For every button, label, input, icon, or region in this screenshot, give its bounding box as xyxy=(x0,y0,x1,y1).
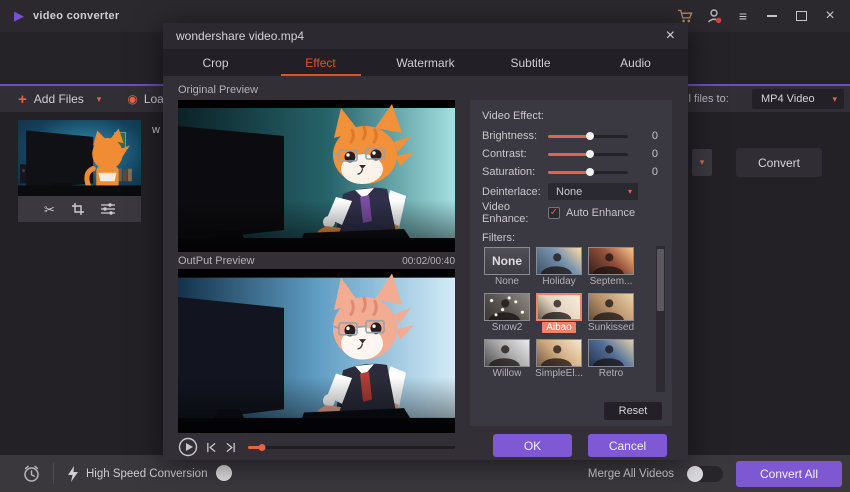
contrast-row: Contrast: 0 xyxy=(482,145,660,163)
filters-scrollbar-thumb[interactable] xyxy=(657,249,664,311)
filters-grid: None None Holiday Septem... Snow2 xyxy=(482,247,638,385)
video-list-item[interactable]: ✂ xyxy=(18,120,141,222)
seek-thumb[interactable] xyxy=(259,444,266,451)
lightning-bolt-icon xyxy=(67,466,79,485)
tab-subtitle[interactable]: Subtitle xyxy=(478,49,583,76)
filter-item-none[interactable]: None None xyxy=(482,247,532,293)
video-effect-panel: Video Effect: Brightness: 0 Contrast: xyxy=(470,100,672,426)
tab-audio[interactable]: Audio xyxy=(583,49,688,76)
merge-all-videos-toggle[interactable] xyxy=(687,466,723,482)
tab-effect[interactable]: Effect xyxy=(268,49,373,76)
bottom-bar: High Speed Conversion Merge All Videos C… xyxy=(0,455,850,492)
filter-item-simpleelegance[interactable]: SimpleEl... xyxy=(534,339,584,385)
dialog-body: Original Preview xyxy=(163,76,688,460)
app-logo-play-icon: ▶ xyxy=(14,8,24,24)
bottom-bar-divider xyxy=(53,463,54,484)
auto-enhance-checkbox-label: Auto Enhance xyxy=(566,207,635,219)
trim-scissors-icon[interactable]: ✂ xyxy=(44,203,55,216)
filter-item-aibao[interactable]: Aibao xyxy=(534,293,584,339)
output-preview-label: OutPut Preview xyxy=(178,255,254,267)
app-title: video converter xyxy=(33,10,119,22)
saturation-label: Saturation: xyxy=(482,166,548,178)
auto-enhance-checkbox[interactable]: ✓ xyxy=(548,207,560,219)
load-disc-icon[interactable]: ◉ xyxy=(127,92,137,106)
output-format-dropdown[interactable]: MP4 Video ▾ xyxy=(752,89,844,109)
filter-item-willow[interactable]: Willow xyxy=(482,339,532,385)
contrast-value: 0 xyxy=(652,148,660,160)
contrast-slider[interactable] xyxy=(548,150,628,158)
saturation-value: 0 xyxy=(652,166,660,178)
add-files-button[interactable]: Add Files xyxy=(34,92,84,106)
effects-sliders-icon[interactable] xyxy=(101,203,115,215)
merge-all-videos-label: Merge All Videos xyxy=(588,468,674,480)
app-window: ▶ video converter ≡ × + Add Files ▾ ◉ Lo… xyxy=(0,0,850,492)
filter-item-snow2[interactable]: Snow2 xyxy=(482,293,532,339)
dialog-titlebar: wondershare video.mp4 × xyxy=(163,23,688,49)
timecode-label: 00:02/00:40 xyxy=(402,256,455,267)
convert-button[interactable]: Convert xyxy=(736,148,822,177)
convert-all-files-to-label: ll files to: xyxy=(686,86,729,112)
saturation-slider[interactable] xyxy=(548,168,628,176)
output-format-value: MP4 Video xyxy=(761,93,815,105)
video-thumbnail xyxy=(18,120,141,196)
deinterlace-value: None xyxy=(556,186,582,198)
deinterlace-label: Deinterlace: xyxy=(482,186,548,198)
next-frame-icon[interactable] xyxy=(225,442,236,453)
filter-item-holiday[interactable]: Holiday xyxy=(534,247,584,293)
schedule-clock-icon[interactable] xyxy=(22,464,41,486)
tab-watermark[interactable]: Watermark xyxy=(373,49,478,76)
previous-frame-icon[interactable] xyxy=(206,442,217,453)
check-icon: ✓ xyxy=(550,208,558,218)
original-preview-video xyxy=(178,100,455,252)
brightness-slider[interactable] xyxy=(548,132,628,140)
minimize-icon[interactable] xyxy=(764,8,780,24)
reset-button[interactable]: Reset xyxy=(604,402,662,420)
crop-icon[interactable] xyxy=(72,203,84,215)
cancel-button[interactable]: Cancel xyxy=(588,434,667,457)
store-cart-icon[interactable] xyxy=(677,8,693,24)
ok-button[interactable]: OK xyxy=(493,434,572,457)
tab-crop[interactable]: Crop xyxy=(163,49,268,76)
contrast-slider-thumb[interactable] xyxy=(586,150,594,158)
deinterlace-dropdown[interactable]: None ▾ xyxy=(548,183,638,200)
video-effect-section-label: Video Effect: xyxy=(482,110,660,127)
effect-dialog: wondershare video.mp4 × Crop Effect Wate… xyxy=(163,23,688,460)
item-format-dropdown-button[interactable]: ▾ xyxy=(692,149,712,176)
brightness-value: 0 xyxy=(652,130,660,142)
filter-item-retro[interactable]: Retro xyxy=(586,339,636,385)
convert-all-button[interactable]: Convert All xyxy=(736,461,842,487)
format-chevron-down-icon: ▾ xyxy=(832,94,837,105)
brightness-slider-thumb[interactable] xyxy=(586,132,594,140)
output-preview-video xyxy=(178,269,455,433)
deinterlace-chevron-down-icon: ▾ xyxy=(628,187,632,196)
brightness-row: Brightness: 0 xyxy=(482,127,660,145)
contrast-label: Contrast: xyxy=(482,148,548,160)
window-close-icon[interactable]: × xyxy=(822,8,838,24)
video-enhance-row: Video Enhance: ✓ Auto Enhance xyxy=(482,202,660,223)
dialog-tab-bar: Crop Effect Watermark Subtitle Audio xyxy=(163,49,688,76)
menu-icon[interactable]: ≡ xyxy=(735,8,751,24)
filter-item-september[interactable]: Septem... xyxy=(586,247,636,293)
dialog-title: wondershare video.mp4 xyxy=(176,29,304,43)
video-enhance-label: Video Enhance: xyxy=(482,201,548,225)
play-button[interactable] xyxy=(178,437,198,457)
playback-controls xyxy=(178,437,455,457)
saturation-row: Saturation: 0 xyxy=(482,163,660,181)
filters-scrollbar[interactable] xyxy=(656,246,665,392)
original-preview-label: Original Preview xyxy=(178,84,258,96)
filters-section-label: Filters: xyxy=(482,232,660,247)
maximize-icon[interactable] xyxy=(793,8,809,24)
brightness-label: Brightness: xyxy=(482,130,548,142)
deinterlace-row: Deinterlace: None ▾ xyxy=(482,181,660,202)
account-icon[interactable] xyxy=(706,8,722,24)
add-files-plus-icon[interactable]: + xyxy=(18,91,27,108)
filter-item-sunkissed[interactable]: Sunkissed xyxy=(586,293,636,339)
seek-slider[interactable] xyxy=(248,443,455,451)
video-item-toolbar: ✂ xyxy=(18,196,141,222)
dialog-close-icon[interactable]: × xyxy=(666,29,675,43)
high-speed-conversion-label: High Speed Conversion xyxy=(86,455,207,492)
saturation-slider-thumb[interactable] xyxy=(586,168,594,176)
add-files-chevron-down-icon[interactable]: ▾ xyxy=(97,94,102,105)
clipped-filename-text: w xyxy=(152,124,160,136)
